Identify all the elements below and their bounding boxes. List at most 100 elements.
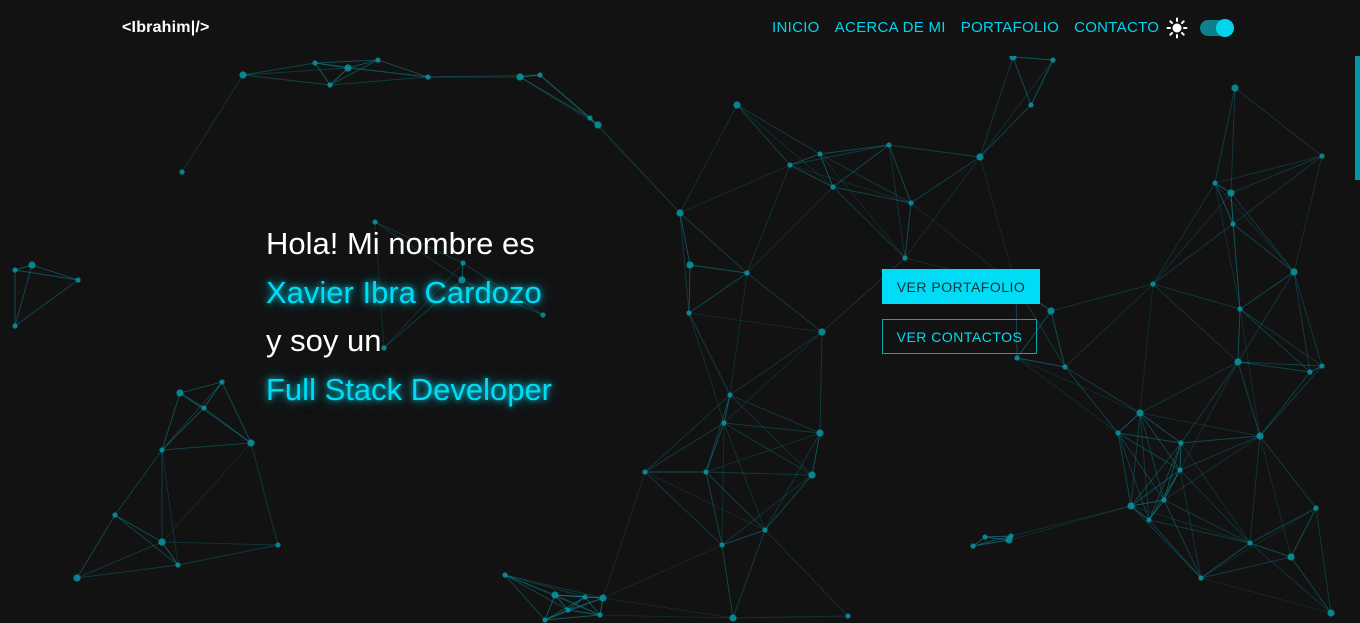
network-line xyxy=(1139,412,1182,444)
network-line xyxy=(602,471,646,599)
network-node xyxy=(1127,502,1135,510)
network-line xyxy=(764,432,821,531)
hero-text: Hola! Mi nombre es Xavier Ibra Cardozo y… xyxy=(266,220,552,414)
network-line xyxy=(250,442,279,546)
network-node xyxy=(1234,358,1242,366)
network-line xyxy=(1179,469,1202,579)
network-node xyxy=(247,439,255,447)
network-line xyxy=(203,407,252,444)
network-node xyxy=(787,162,793,168)
network-line xyxy=(1010,505,1132,537)
theme-toggle[interactable] xyxy=(1200,19,1234,37)
network-line xyxy=(736,104,834,188)
network-node xyxy=(1050,57,1056,63)
network-line xyxy=(1293,155,1323,273)
network-node xyxy=(1290,268,1298,276)
network-line xyxy=(1152,182,1216,285)
network-line xyxy=(688,272,748,314)
network-line xyxy=(789,144,890,166)
network-line xyxy=(221,381,252,444)
network-line xyxy=(1214,182,1241,310)
network-line xyxy=(602,544,723,599)
network-node xyxy=(375,57,381,63)
network-node xyxy=(686,310,692,316)
nav-link-contacto[interactable]: CONTACTO xyxy=(1074,19,1159,36)
network-line xyxy=(736,104,791,166)
network-node xyxy=(902,255,908,261)
network-line xyxy=(602,597,734,619)
network-line xyxy=(979,104,1032,158)
network-line xyxy=(1030,59,1054,106)
network-line xyxy=(1117,432,1182,444)
network-node xyxy=(175,562,181,568)
network-line xyxy=(1139,361,1239,414)
network-line xyxy=(979,59,1054,158)
network-line xyxy=(599,614,734,619)
network-line xyxy=(329,76,429,86)
nav-link-inicio[interactable]: INICIO xyxy=(772,19,820,36)
network-line xyxy=(1214,182,1295,273)
sun-icon[interactable] xyxy=(1166,17,1188,39)
network-node xyxy=(75,277,81,283)
nav-link-portafolio[interactable]: PORTAFOLIO xyxy=(961,19,1059,36)
network-line xyxy=(1139,283,1154,414)
network-node xyxy=(1313,505,1319,511)
network-node xyxy=(425,74,431,80)
network-node xyxy=(816,429,824,437)
network-line xyxy=(723,422,766,531)
network-node xyxy=(1178,440,1184,446)
network-node xyxy=(1161,497,1167,503)
network-line xyxy=(705,422,725,473)
network-node xyxy=(808,471,816,479)
network-line xyxy=(732,529,766,619)
nav-link-acerca[interactable]: ACERCA DE MI xyxy=(835,19,946,36)
network-node xyxy=(1287,553,1295,561)
network-node xyxy=(1047,307,1055,315)
network-line xyxy=(1249,435,1261,544)
network-node xyxy=(1237,306,1243,312)
network-line xyxy=(1239,308,1323,367)
network-line xyxy=(729,331,823,396)
toggle-knob xyxy=(1216,19,1234,37)
network-node xyxy=(733,101,741,109)
network-node xyxy=(73,574,81,582)
network-node xyxy=(516,73,524,81)
network-line xyxy=(1016,357,1119,434)
network-node xyxy=(982,534,988,540)
network-lines xyxy=(14,56,1332,621)
network-line xyxy=(1293,271,1323,367)
network-line xyxy=(1163,499,1251,544)
network-line xyxy=(1237,361,1261,437)
network-line xyxy=(721,422,725,546)
network-line xyxy=(1180,361,1239,444)
network-line xyxy=(1200,542,1251,579)
network-line xyxy=(242,67,349,76)
view-portfolio-button[interactable]: VER PORTAFOLIO xyxy=(882,269,1040,304)
network-node xyxy=(1256,432,1264,440)
network-line xyxy=(1117,412,1141,434)
network-line xyxy=(1152,223,1234,285)
network-line xyxy=(1152,283,1239,363)
network-node xyxy=(179,169,185,175)
network-line xyxy=(14,269,79,281)
network-line xyxy=(732,615,849,619)
network-line xyxy=(504,574,586,598)
network-node xyxy=(312,60,318,66)
network-node xyxy=(1062,364,1068,370)
network-line xyxy=(723,331,823,424)
network-node xyxy=(721,420,727,426)
network-node xyxy=(744,270,750,276)
network-line xyxy=(979,156,1017,287)
network-node xyxy=(729,614,737,622)
network-line xyxy=(1180,435,1261,444)
network-node xyxy=(582,594,588,600)
network-line xyxy=(644,394,731,473)
logo[interactable]: <Ibrahim|/> xyxy=(122,19,210,37)
network-node xyxy=(275,542,281,548)
network-line xyxy=(1050,310,1066,368)
network-line xyxy=(1152,192,1232,285)
view-contacts-button[interactable]: VER CONTACTOS xyxy=(882,319,1037,354)
network-line xyxy=(644,422,725,473)
network-line xyxy=(888,144,981,158)
network-line xyxy=(161,442,252,451)
